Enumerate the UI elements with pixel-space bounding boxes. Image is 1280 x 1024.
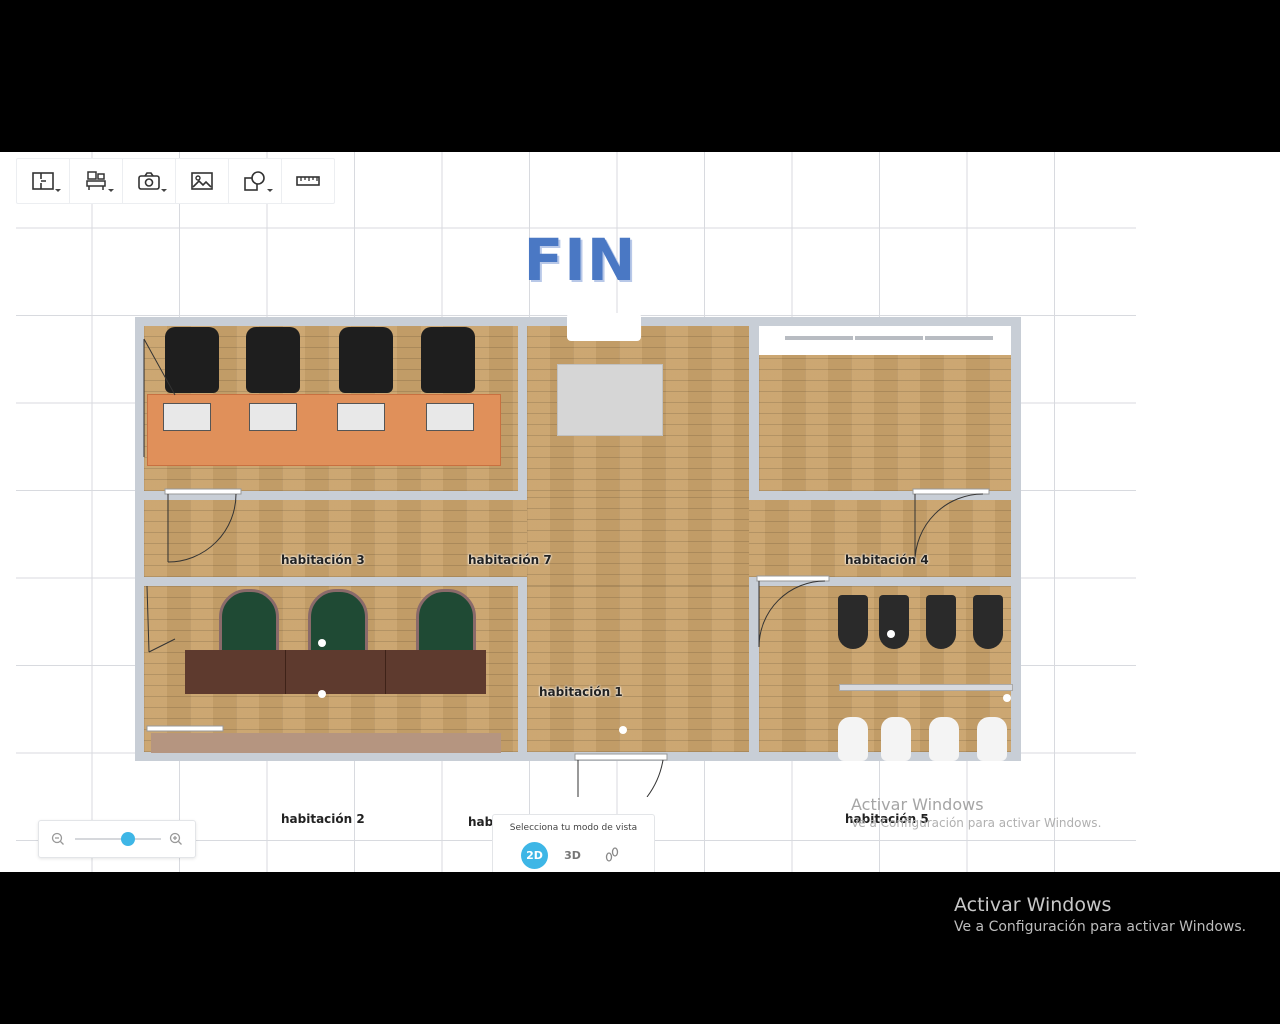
- measure-tool-button[interactable]: [282, 159, 334, 203]
- door[interactable]: [143, 338, 990, 797]
- toolbar: [16, 158, 335, 204]
- shapes-tool-button[interactable]: [229, 159, 282, 203]
- light-fixture[interactable]: [1003, 694, 1011, 702]
- plan-title: FIN: [523, 226, 637, 294]
- light-fixture[interactable]: [887, 630, 895, 638]
- shapes-icon: [244, 171, 265, 191]
- activation-watermark-inner: Activar Windows Ve a Configuración para …: [851, 795, 1101, 830]
- watermark-subtitle: Ve a Configuración para activar Windows.: [851, 816, 1102, 830]
- camera-icon: [138, 172, 160, 190]
- light-fixture[interactable]: [619, 726, 627, 734]
- floorplan-icon: [32, 172, 54, 190]
- walkthrough-icon[interactable]: [603, 846, 621, 864]
- ruler-icon: [296, 176, 320, 186]
- view-mode-selector: Selecciona tu modo de vista 2D 3D: [492, 814, 655, 872]
- watermark-title: Activar Windows: [851, 795, 984, 814]
- activation-watermark: Activar Windows Ve a Configuración para …: [954, 894, 1246, 935]
- furniture-icon: [86, 171, 106, 190]
- zoom-control: [38, 820, 196, 858]
- light-fixture[interactable]: [759, 864, 767, 872]
- light-fixture[interactable]: [318, 639, 326, 647]
- room-label-1[interactable]: habitación 1: [539, 685, 623, 699]
- image-icon: [191, 172, 213, 190]
- chevron-down-icon: [267, 189, 273, 192]
- chevron-down-icon: [161, 189, 167, 192]
- planner-app: FIN habitación 3 habitación 7 habitación…: [0, 152, 1280, 872]
- watermark-subtitle: Ve a Configuración para activar Windows.: [954, 919, 1247, 935]
- zoom-in-icon[interactable]: [169, 832, 183, 846]
- watermark-title: Activar Windows: [954, 894, 1112, 916]
- camera-tool-button[interactable]: [123, 159, 176, 203]
- floor-plan-tool-button[interactable]: [17, 159, 70, 203]
- view-mode-2d-button[interactable]: 2D: [521, 842, 548, 869]
- zoom-slider-handle[interactable]: [121, 832, 136, 846]
- view-mode-label: Selecciona tu modo de vista: [509, 823, 638, 833]
- zoom-slider-track[interactable]: [75, 838, 161, 840]
- light-fixture[interactable]: [318, 690, 326, 698]
- room-label-4[interactable]: habitación 4: [845, 553, 929, 567]
- view-mode-3d-button[interactable]: 3D: [559, 842, 586, 869]
- room-label-7[interactable]: habitación 7: [468, 553, 552, 567]
- room-label-3[interactable]: habitación 3: [281, 553, 365, 567]
- chevron-down-icon: [108, 189, 114, 192]
- image-tool-button[interactable]: [176, 159, 229, 203]
- floor-plan[interactable]: habitación 3 habitación 7 habitación 4 h…: [135, 313, 1021, 872]
- furniture-tool-button[interactable]: [70, 159, 123, 203]
- zoom-out-icon[interactable]: [51, 832, 65, 846]
- room-label-2[interactable]: habitación 2: [281, 812, 365, 826]
- chevron-down-icon: [55, 189, 61, 192]
